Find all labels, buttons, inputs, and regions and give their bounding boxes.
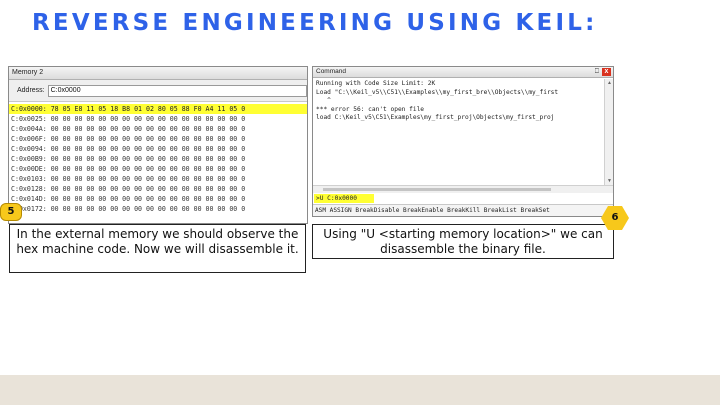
memory-dump[interactable]: C:0x0000: 78 05 E8 11 05 18 B8 01 02 80 … <box>9 102 307 214</box>
memory-row[interactable]: C:0x00B9: 00 00 00 00 00 00 00 00 00 00 … <box>9 154 307 164</box>
memory-row[interactable]: C:0x004A: 00 00 00 00 00 00 00 00 00 00 … <box>9 124 307 134</box>
command-window-titlebar: Command ⎕ x <box>313 67 613 78</box>
address-input[interactable] <box>47 84 307 97</box>
address-label: Address: <box>17 87 45 94</box>
memory-row[interactable]: C:0x0000: 78 05 E8 11 05 18 B8 01 02 80 … <box>9 104 307 114</box>
command-output: Running with Code Size Limit: 2K Load "C… <box>313 79 605 185</box>
caption-command: Using "U <starting memory location>" we … <box>312 224 614 259</box>
output-line: Load "C:\\Keil_v5\\C51\\Examples\\my_fir… <box>316 88 559 96</box>
command-window-title: Command <box>316 68 346 75</box>
memory-row[interactable]: C:0x0103: 00 00 00 00 00 00 00 00 00 00 … <box>9 174 307 184</box>
slide-title: REVERSE ENGINEERING USING KEIL: <box>32 10 598 36</box>
scroll-up-icon[interactable]: ▲ <box>605 80 613 86</box>
memory-row[interactable]: C:0x0128: 00 00 00 00 00 00 00 00 00 00 … <box>9 184 307 194</box>
memory-window-title: Memory 2 <box>9 67 307 80</box>
command-hints: ASM ASSIGN BreakDisable BreakEnable Brea… <box>313 204 613 216</box>
output-line: load C:\Keil_v5\C51\Examples\my_first_pr… <box>316 114 555 121</box>
memory-row[interactable]: C:0x006F: 00 00 00 00 00 00 00 00 00 00 … <box>9 134 307 144</box>
memory-row[interactable]: C:0x0025: 00 00 00 00 00 00 00 00 00 00 … <box>9 114 307 124</box>
output-line: Running with Code Size Limit: 2K <box>316 80 436 87</box>
step-badge-5: 5 <box>0 203 22 221</box>
output-line: *** error 56: can't open file <box>316 105 425 113</box>
output-line: ^ <box>316 97 331 104</box>
vertical-scrollbar[interactable]: ▲ ▼ <box>604 79 613 185</box>
horizontal-scrollbar[interactable] <box>313 185 613 193</box>
footer-band <box>0 375 720 405</box>
command-input[interactable]: >U C:0x0000 <box>314 194 374 203</box>
command-window: Command ⎕ x Running with Code Size Limit… <box>312 66 614 217</box>
memory-row[interactable]: C:0x014D: 00 00 00 00 00 00 00 00 00 00 … <box>9 194 307 204</box>
memory-window: Memory 2 Address: C:0x0000: 78 05 E8 11 … <box>8 66 308 224</box>
memory-row[interactable]: C:0x0094: 00 00 00 00 00 00 00 00 00 00 … <box>9 144 307 154</box>
close-icon[interactable]: x <box>602 68 611 76</box>
memory-row[interactable]: C:0x00DE: 00 00 00 00 00 00 00 00 00 00 … <box>9 164 307 174</box>
caption-memory: In the external memory we should observe… <box>9 224 306 273</box>
pin-icon[interactable]: ⎕ <box>595 67 599 77</box>
memory-address-bar: Address: <box>9 80 307 102</box>
memory-row[interactable]: C:0x0172: 00 00 00 00 00 00 00 00 00 00 … <box>9 204 307 214</box>
scroll-down-icon[interactable]: ▼ <box>605 178 613 184</box>
scrollbar-thumb[interactable] <box>323 188 551 191</box>
